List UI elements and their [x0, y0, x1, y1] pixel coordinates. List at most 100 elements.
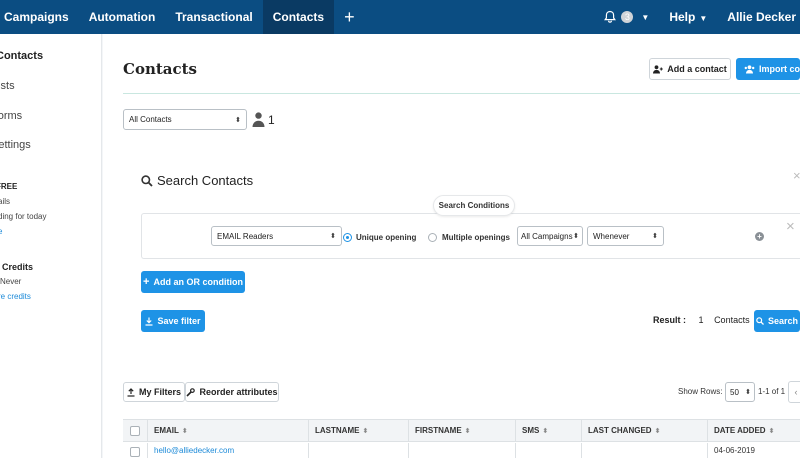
row-last-changed	[581, 443, 707, 458]
add-contact-label: Add a contact	[667, 64, 727, 74]
wrench-icon	[186, 387, 196, 397]
multiple-openings-radio[interactable]	[428, 233, 437, 242]
nav-automation[interactable]: Automation	[79, 0, 166, 34]
sidebar-item-lists[interactable]: Lists	[0, 80, 15, 92]
search-button[interactable]: Search	[754, 310, 800, 332]
nav-campaigns[interactable]: Campaigns	[0, 0, 79, 34]
credits-title: Credits	[2, 262, 34, 272]
row-date-added: 04-06-2019	[707, 443, 800, 458]
column-lastname[interactable]: LASTNAME ⬍	[308, 420, 368, 442]
row-lastname	[308, 443, 408, 458]
column-label: DATE ADDED	[714, 426, 766, 435]
row-firstname	[408, 443, 515, 458]
user-menu[interactable]: Allie Decker	[707, 0, 800, 34]
result-summary: Result : 1 Contacts	[653, 315, 750, 325]
column-firstname[interactable]: FIRSTNAME ⬍	[408, 420, 471, 442]
plan-line: ding for today	[0, 212, 47, 221]
prev-page-button[interactable]: ‹	[788, 381, 800, 403]
chevron-down-icon[interactable]: ▼	[641, 13, 649, 22]
help-menu[interactable]: Help ▼	[669, 0, 707, 34]
sort-icon: ⬍	[768, 428, 775, 435]
upload-icon	[127, 387, 135, 397]
select-arrows-icon: ⬍	[235, 116, 241, 124]
reorder-attributes-button[interactable]: Reorder attributes	[185, 382, 279, 402]
unique-opening-label: Unique opening	[356, 233, 417, 242]
sidebar-item-contacts[interactable]: Contacts	[0, 50, 43, 62]
my-filters-button[interactable]: My Filters	[123, 382, 185, 402]
table-header: EMAIL ⬍ LASTNAME ⬍ FIRSTNAME ⬍ SMS ⬍ LAST CH…	[123, 420, 800, 442]
plus-icon: +	[143, 276, 150, 288]
search-conditions-label: Search Conditions	[433, 195, 515, 216]
reorder-attributes-label: Reorder attributes	[199, 387, 278, 397]
sort-icon: ⬍	[464, 428, 471, 435]
nav-right: 3 ▼ Help ▼ Allie Decker	[603, 0, 800, 34]
sidebar-item-forms[interactable]: Forms	[0, 110, 22, 122]
sort-icon: ⬍	[542, 428, 549, 435]
download-icon	[145, 317, 153, 326]
search-contacts-heading: Search Contacts	[141, 173, 253, 188]
show-rows-label: Show Rows:	[678, 387, 723, 396]
sort-icon: ⬍	[362, 428, 369, 435]
select-all-checkbox[interactable]	[130, 426, 140, 436]
column-sms[interactable]: SMS ⬍	[515, 420, 548, 442]
main-content: Contacts Add a contact Import contacts A…	[103, 34, 800, 458]
select-arrows-icon: ⬍	[330, 233, 336, 240]
add-or-condition-button[interactable]: + Add an OR condition	[141, 271, 245, 293]
row-sms	[515, 443, 581, 458]
condition-field-select[interactable]: EMAIL Readers ⬍	[211, 226, 342, 246]
sidebar-item-settings[interactable]: Settings	[0, 139, 31, 151]
users-icon	[744, 64, 755, 74]
divider	[123, 93, 800, 94]
page-title: Contacts	[123, 60, 198, 78]
column-date-added[interactable]: DATE ADDED ⬍	[707, 420, 774, 442]
campaign-value: All Campaigns	[521, 231, 573, 241]
credits-link[interactable]: re credits	[0, 292, 31, 301]
import-contacts-button[interactable]: Import contacts	[736, 58, 800, 80]
column-email[interactable]: EMAIL ⬍	[147, 420, 188, 442]
time-value: Whenever	[593, 231, 630, 241]
column-label: SMS	[522, 426, 540, 435]
plan-link[interactable]: e	[0, 227, 2, 236]
row-checkbox[interactable]	[130, 447, 140, 457]
add-or-condition-label: Add an OR condition	[153, 277, 243, 287]
column-label: EMAIL	[154, 426, 179, 435]
column-label: LAST CHANGED	[588, 426, 652, 435]
plan-title: FREE	[0, 182, 18, 191]
my-filters-label: My Filters	[138, 387, 181, 397]
sort-icon: ⬍	[654, 428, 661, 435]
close-icon[interactable]: ×	[793, 168, 800, 183]
bell-icon[interactable]	[603, 10, 617, 24]
search-icon	[141, 174, 153, 187]
plan-line: ails	[0, 197, 11, 206]
campaign-select[interactable]: All Campaigns ⬍	[517, 226, 583, 246]
chevron-left-icon: ‹	[794, 387, 798, 397]
sort-icon: ⬍	[181, 428, 188, 435]
contact-list-select[interactable]: All Contacts ⬍	[123, 109, 247, 130]
row-email[interactable]: hello@alliedecker.com	[147, 443, 308, 458]
credits-line: Never	[0, 277, 22, 286]
notification-badge: 3	[621, 11, 634, 23]
condition-field-value: EMAIL Readers	[217, 231, 274, 241]
select-arrows-icon: ⬍	[652, 233, 658, 240]
contact-count: 1	[268, 113, 275, 127]
time-select[interactable]: Whenever ⬍	[587, 226, 664, 246]
plus-icon[interactable]: +	[334, 0, 365, 34]
save-filter-button[interactable]: Save filter	[141, 310, 205, 332]
rows-per-page-select[interactable]: 50 ⬍	[725, 382, 755, 402]
sidebar: Contacts Lists Forms Settings FREE ails …	[0, 34, 102, 458]
select-arrows-icon: ⬍	[745, 389, 751, 396]
add-contact-button[interactable]: Add a contact	[649, 58, 731, 80]
remove-condition-icon[interactable]: ×	[786, 218, 795, 235]
multiple-openings-label: Multiple openings	[442, 233, 510, 242]
add-condition-icon[interactable]: +	[755, 232, 764, 241]
user-icon	[252, 112, 265, 127]
result-unit: Contacts	[714, 315, 750, 325]
chevron-down-icon: ▼	[699, 14, 708, 23]
nav-transactional[interactable]: Transactional	[165, 0, 262, 34]
unique-opening-radio[interactable]	[343, 233, 352, 242]
nav-contacts[interactable]: Contacts	[262, 0, 335, 34]
column-last-changed[interactable]: LAST CHANGED ⬍	[581, 420, 660, 442]
save-filter-label: Save filter	[157, 316, 201, 326]
contact-list-value: All Contacts	[129, 115, 172, 124]
help-label: Help	[669, 10, 696, 24]
